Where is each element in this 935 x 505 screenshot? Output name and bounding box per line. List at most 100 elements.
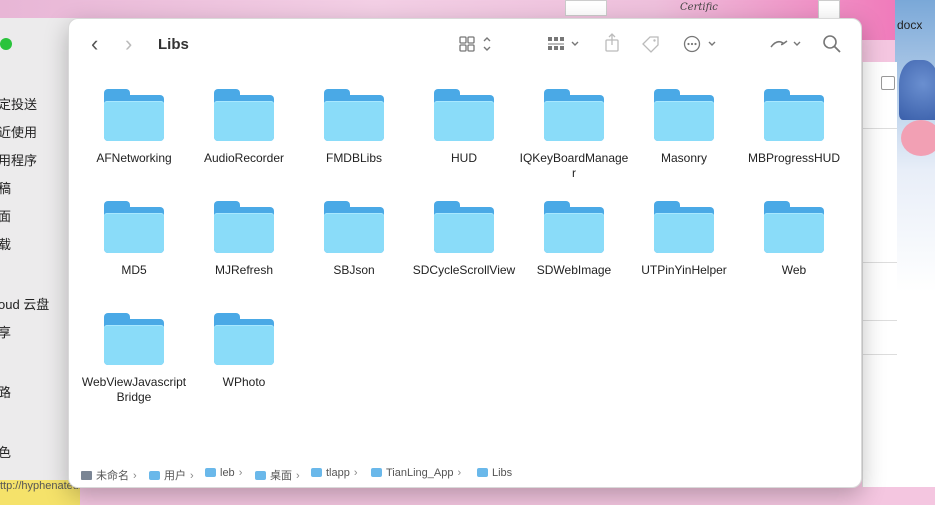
sidebar-item[interactable]: 载 xyxy=(0,234,11,253)
folder-icon xyxy=(324,201,384,253)
folder-icon xyxy=(434,201,494,253)
folder-label: WebViewJavascriptBridge xyxy=(81,375,187,404)
folder-icon xyxy=(104,89,164,141)
path-crumb-label: 桌面 xyxy=(270,470,292,482)
tag-icon[interactable] xyxy=(641,35,661,56)
path-crumb[interactable]: leb › xyxy=(205,467,246,479)
sidebar-item[interactable]: 稿 xyxy=(0,178,11,197)
folder-item[interactable]: MBProgressHUD xyxy=(739,89,849,166)
desktop-image xyxy=(901,120,935,156)
pen-icon[interactable] xyxy=(769,35,805,56)
sidebar-item[interactable]: oud 云盘 xyxy=(0,294,49,313)
path-crumb[interactable]: tlapp › xyxy=(311,467,362,479)
desktop-right-strip: docx xyxy=(895,0,935,487)
toolbar: ‹ › Libs xyxy=(69,19,861,71)
desktop-paper-label: Certific xyxy=(680,2,718,13)
search-icon[interactable] xyxy=(822,34,842,57)
folder-icon xyxy=(544,201,604,253)
folder-item[interactable]: HUD xyxy=(409,89,519,166)
path-crumb-label: 未命名 xyxy=(96,470,129,482)
path-crumb-label: tlapp xyxy=(326,467,350,479)
folder-item[interactable]: WebViewJavascriptBridge xyxy=(79,313,189,405)
folder-label: SDWebImage xyxy=(536,263,612,277)
folder-item[interactable]: SBJson xyxy=(299,201,409,278)
folder-item[interactable]: FMDBLibs xyxy=(299,89,409,166)
folder-icon xyxy=(764,89,824,141)
folder-item[interactable]: AFNetworking xyxy=(79,89,189,166)
folder-icon xyxy=(149,471,160,480)
chevron-right-icon: › xyxy=(133,470,137,482)
folder-item[interactable]: WPhoto xyxy=(189,313,299,390)
folder-icon xyxy=(255,471,266,480)
folder-label: HUD xyxy=(451,151,477,165)
folder-label: Masonry xyxy=(660,151,707,165)
more-icon[interactable] xyxy=(683,35,719,56)
folder-item[interactable]: UTPinYinHelper xyxy=(629,201,739,278)
checkbox-icon xyxy=(881,76,895,90)
sidebar-item[interactable]: 定投送 xyxy=(0,94,37,113)
folder-item[interactable]: SDWebImage xyxy=(519,201,629,278)
folder-item[interactable]: SDCycleScrollView xyxy=(409,201,519,278)
folder-label: MJRefresh xyxy=(214,263,273,277)
chevron-right-icon: › xyxy=(296,470,300,482)
folder-icon xyxy=(764,201,824,253)
view-grid-icon[interactable] xyxy=(459,35,493,56)
disk-icon xyxy=(81,471,92,480)
chevron-right-icon: › xyxy=(238,467,243,479)
path-crumb-label: 用户 xyxy=(164,470,186,482)
folder-label: WPhoto xyxy=(222,375,266,389)
path-crumb-label: TianLing_App xyxy=(386,467,454,479)
desktop-file-label[interactable]: docx xyxy=(897,18,922,32)
folder-item[interactable]: MD5 xyxy=(79,201,189,278)
group-icon[interactable] xyxy=(547,35,585,56)
sidebar-item[interactable]: 路 xyxy=(0,382,11,401)
path-crumb[interactable]: 未命名 › xyxy=(81,467,141,483)
zoom-window-button[interactable] xyxy=(0,38,12,50)
folder-label: SBJson xyxy=(333,263,375,277)
folder-item[interactable]: IQKeyBoardManager xyxy=(519,89,629,181)
folder-icon xyxy=(104,313,164,365)
folder-icon xyxy=(214,89,274,141)
folder-icon xyxy=(214,313,274,365)
desktop-image xyxy=(899,60,935,120)
folder-label: Web xyxy=(781,263,807,277)
folder-icon xyxy=(654,89,714,141)
finder-window: ‹ › Libs AFNetworking AudioRecorder FMDB… xyxy=(68,18,862,488)
sidebar-item[interactable]: 色 xyxy=(0,442,11,461)
folder-icon xyxy=(434,89,494,141)
back-button[interactable]: ‹ xyxy=(91,33,98,55)
folder-icon xyxy=(205,468,216,477)
folder-item[interactable]: Masonry xyxy=(629,89,739,166)
path-crumb[interactable]: 桌面 › xyxy=(255,467,304,483)
folder-label: AudioRecorder xyxy=(203,151,285,165)
background-url-fragment: ttp://hyphenateusr xyxy=(0,480,80,505)
desktop-paper xyxy=(818,0,840,20)
path-crumb[interactable]: Libs xyxy=(477,467,512,479)
sidebar-item[interactable]: 享 xyxy=(0,322,11,341)
folder-item[interactable]: AudioRecorder xyxy=(189,89,299,166)
folder-label: FMDBLibs xyxy=(325,151,382,165)
folder-icon xyxy=(371,468,382,477)
folder-item[interactable]: Web xyxy=(739,201,849,278)
path-crumb[interactable]: 用户 › xyxy=(149,467,198,483)
folder-icon xyxy=(311,468,322,477)
desktop-paper xyxy=(565,0,607,16)
folder-icon xyxy=(544,89,604,141)
forward-button[interactable]: › xyxy=(125,33,132,55)
folder-icon xyxy=(214,201,274,253)
folder-icon xyxy=(324,89,384,141)
folder-icon xyxy=(477,468,488,477)
share-icon[interactable] xyxy=(603,33,621,56)
sidebar-item[interactable]: 用程序 xyxy=(0,150,37,169)
chevron-right-icon: › xyxy=(457,467,462,479)
sidebar-item[interactable]: 近使用 xyxy=(0,122,37,141)
path-crumb[interactable]: TianLing_App › xyxy=(371,467,465,479)
folder-label: AFNetworking xyxy=(96,151,172,165)
background-window xyxy=(862,62,897,487)
folder-label: SDCycleScrollView xyxy=(412,263,516,277)
sidebar-item[interactable]: 面 xyxy=(0,206,11,225)
chevron-right-icon: › xyxy=(353,467,358,479)
folder-item[interactable]: MJRefresh xyxy=(189,201,299,278)
path-bar: 未命名 › 用户 › leb › 桌面 › tlapp › TianLing_App › Libs xyxy=(69,459,861,487)
path-crumb-label: Libs xyxy=(492,467,513,479)
